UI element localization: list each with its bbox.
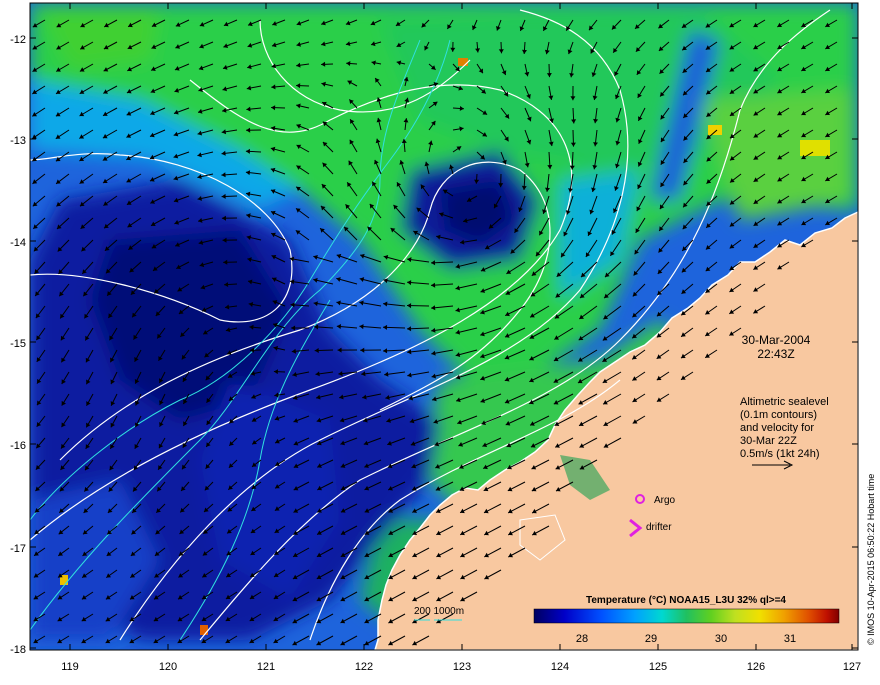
date-stamp: 30-Mar-2004 (742, 333, 811, 347)
info-line: Altimetric sealevel (740, 396, 829, 408)
info-line: 0.5m/s (1kt 24h) (740, 448, 819, 460)
lat-label: -13 (10, 135, 26, 147)
lat-label: -18 (10, 644, 26, 656)
info-line: (0.1m contours) (740, 409, 817, 421)
lon-label: 121 (257, 661, 275, 673)
map-figure: 119 120 121 122 123 124 125 126 127 -12 … (0, 0, 880, 680)
colorbar-tick: 30 (715, 633, 727, 645)
colorbar-tick: 28 (576, 633, 588, 645)
colorbar-tick: 29 (645, 633, 657, 645)
longitude-labels: 119 120 121 122 123 124 125 126 127 (61, 661, 861, 673)
lat-label: -12 (10, 34, 26, 46)
lon-label: 123 (453, 661, 471, 673)
info-line: and velocity for (740, 422, 814, 434)
colorbar-gradient (534, 609, 839, 623)
lon-label: 125 (649, 661, 667, 673)
depth-legend-label: 200 1000m (414, 606, 464, 617)
argo-label: Argo (654, 495, 676, 506)
info-line: 30-Mar 22Z (740, 435, 797, 447)
lat-label: -15 (10, 338, 26, 350)
lon-label: 124 (551, 661, 569, 673)
time-stamp: 22:43Z (757, 347, 794, 361)
lat-label: -14 (10, 237, 26, 249)
credit-text: © IMOS 10-Apr-2015 06:50:22 Hobart time (866, 474, 876, 645)
colorbar-title: Temperature (°C) NOAA15_L3U 32% ql>=4 (586, 595, 786, 606)
latitude-labels: -12 -13 -14 -15 -16 -17 -18 (10, 34, 26, 656)
drifter-label: drifter (646, 522, 672, 533)
lon-label: 127 (843, 661, 861, 673)
lon-label: 126 (747, 661, 765, 673)
map-svg: 119 120 121 122 123 124 125 126 127 -12 … (0, 0, 880, 680)
lon-label: 120 (159, 661, 177, 673)
lat-label: -17 (10, 543, 26, 555)
colorbar-tick: 31 (784, 633, 796, 645)
lat-label: -16 (10, 440, 26, 452)
lon-label: 119 (61, 661, 79, 673)
lon-label: 122 (355, 661, 373, 673)
